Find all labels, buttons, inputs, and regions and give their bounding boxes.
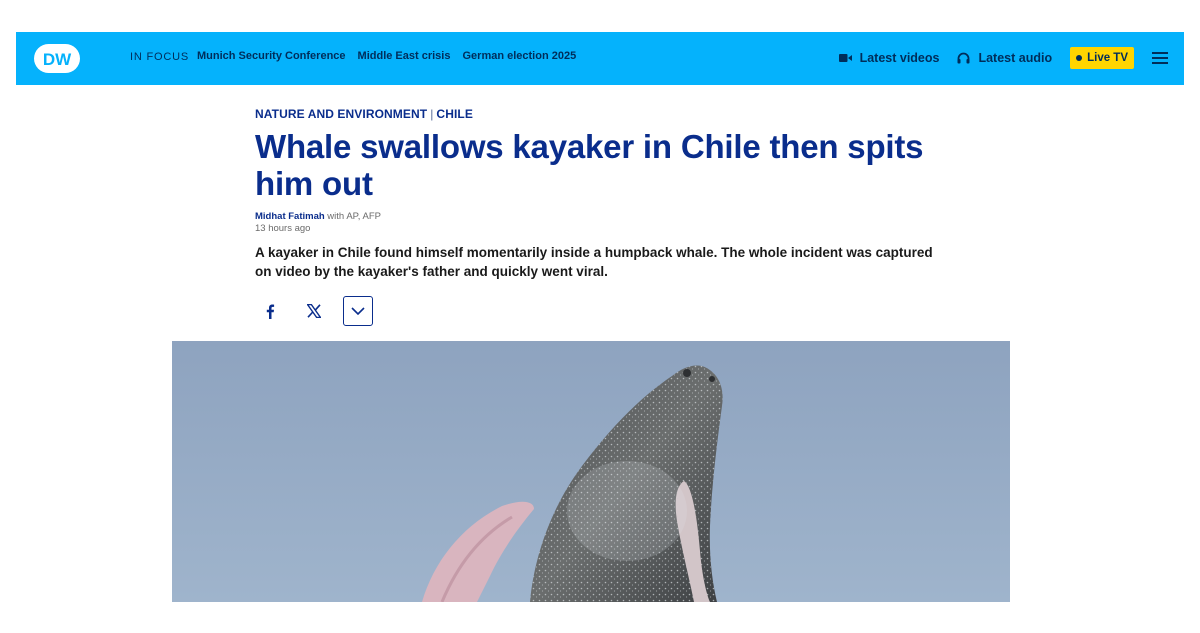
focus-links: Munich Security Conference Middle East c… (197, 50, 576, 62)
share-more-button[interactable] (343, 296, 373, 326)
share-facebook-button[interactable] (255, 296, 285, 326)
nav-link-middle-east-crisis[interactable]: Middle East crisis (358, 50, 451, 62)
latest-videos-label: Latest videos (859, 51, 940, 65)
live-dot-icon (1076, 55, 1083, 61)
category-chile-link[interactable]: CHILE (436, 107, 473, 121)
svg-text:DW: DW (43, 50, 72, 69)
article-teaser: A kayaker in Chile found himself momenta… (255, 245, 933, 279)
latest-audio-link[interactable]: Latest audio (957, 51, 1052, 65)
humpback-whale-photo (172, 341, 1010, 602)
top-navigation-bar: DW IN FOCUS Munich Security Conference M… (16, 32, 1184, 85)
video-camera-icon (838, 54, 852, 62)
share-x-button[interactable] (299, 296, 329, 326)
category-separator: | (430, 107, 434, 121)
dw-logo[interactable]: DW (33, 43, 81, 74)
latest-audio-label: Latest audio (978, 51, 1053, 65)
article-headline: Whale swallows kayaker in Chile then spi… (255, 128, 924, 202)
chevron-down-icon (351, 307, 365, 315)
live-tv-label: Live TV (1087, 52, 1128, 64)
hero-image (172, 341, 1010, 602)
author-link[interactable]: Midhat Fatimah (255, 211, 325, 222)
article-timestamp: 13 hours ago (255, 223, 311, 234)
article-category: NATURE AND ENVIRONMENT | CHILE (255, 107, 473, 121)
byline-agencies: with AP, AFP (324, 211, 381, 222)
share-bar (255, 296, 373, 326)
live-tv-button[interactable]: Live TV (1070, 47, 1134, 69)
facebook-icon (266, 304, 275, 319)
nav-link-german-election-2025[interactable]: German election 2025 (462, 50, 576, 62)
nav-link-munich-security-conference[interactable]: Munich Security Conference (197, 50, 346, 62)
nav-right-group: Latest videos Latest audio Live TV (838, 46, 1168, 70)
category-nature-environment-link[interactable]: NATURE AND ENVIRONMENT (255, 107, 427, 121)
hamburger-menu-icon[interactable] (1152, 52, 1168, 64)
x-icon (307, 304, 321, 318)
article-byline: Midhat Fatimah with AP, AFP (255, 211, 381, 222)
in-focus-label: IN FOCUS (130, 51, 189, 63)
dw-logo-icon: DW (34, 44, 80, 73)
headphones-icon (957, 52, 970, 64)
latest-videos-link[interactable]: Latest videos (838, 51, 940, 65)
